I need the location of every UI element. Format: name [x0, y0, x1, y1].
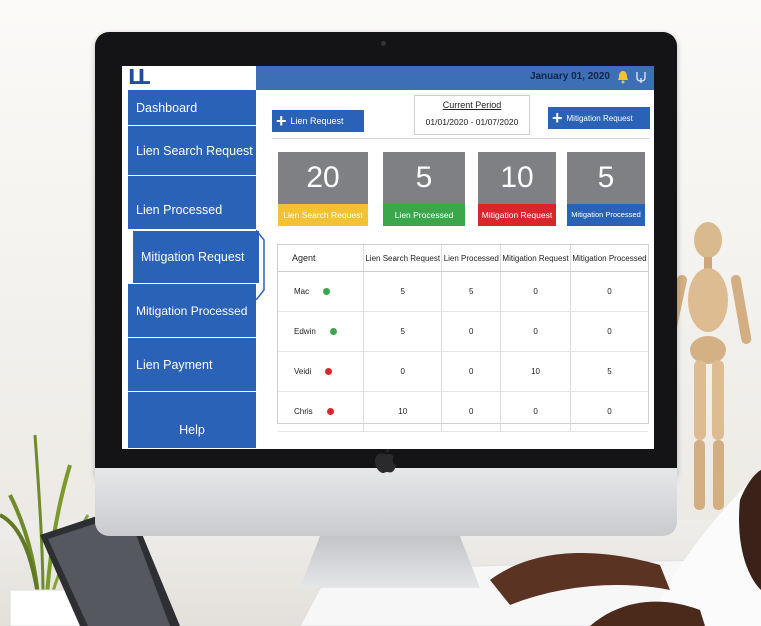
agent-name: Veidi — [294, 367, 312, 376]
period-title: Current Period — [442, 100, 502, 110]
status-dot-icon — [323, 288, 331, 296]
plus-icon: + — [552, 108, 563, 128]
table-cell: 0 — [570, 271, 648, 312]
period-range: 01/01/2020 - 01/07/2020 — [425, 117, 519, 127]
stat-value: 5 — [567, 152, 645, 204]
table-cell: 0 — [500, 271, 571, 312]
table-row: Veidi 0 0 10 5 — [278, 351, 648, 392]
imac-chin — [95, 468, 677, 536]
stat-card-lien-processed: 5 Lien Processed — [383, 152, 465, 227]
table-cell: 0 — [500, 391, 571, 432]
agent-name: Edwin — [294, 327, 316, 336]
bell-icon[interactable] — [616, 70, 630, 84]
stat-label: Lien Search Request — [278, 204, 368, 226]
plus-icon: + — [276, 111, 287, 131]
agent-cell: Mac — [278, 271, 364, 312]
sidebar-item-dashboard[interactable]: Dashboard — [128, 90, 256, 126]
top-bar: LL January 01, 2020 — [122, 66, 654, 90]
mitigation-request-label: Mitigation Request — [566, 113, 633, 123]
stat-label: Mitigation Processed — [567, 204, 645, 226]
agent-table-panel: Agent Lien Search Request Lien Processed… — [277, 244, 649, 432]
table-cell: 0 — [570, 311, 648, 352]
sidebar-item-mitigation-request[interactable]: Mitigation Request — [132, 230, 260, 284]
stat-value: 10 — [478, 152, 556, 204]
sidebar-item-lien-search-request[interactable]: Lien Search Request — [128, 126, 256, 176]
stat-card-mitigation-processed: 5 Mitigation Processed — [567, 152, 645, 227]
table-cell: 0 — [441, 311, 501, 352]
current-period-box: Current Period 01/01/2020 - 01/07/2020 — [414, 95, 530, 135]
table-cell: 5 — [362, 311, 442, 352]
app-logo: LL — [122, 66, 256, 90]
table-row: Edwin 5 0 0 0 — [278, 311, 648, 352]
table-cell: 5 — [570, 351, 648, 392]
stat-card-lien-search: 20 Lien Search Request — [278, 152, 368, 227]
table-cell: 0 — [500, 311, 571, 352]
sidebar-item-lien-processed[interactable]: Lien Processed — [128, 176, 256, 230]
table-row: Mac 5 5 0 0 — [278, 271, 648, 312]
table-header-row: Agent Lien Search Request Lien Processed… — [278, 245, 648, 272]
status-dot-icon — [325, 368, 333, 376]
agent-table: Agent Lien Search Request Lien Processed… — [278, 245, 648, 432]
camera-dot — [381, 41, 386, 46]
apple-logo-icon — [375, 447, 396, 473]
column-header-lien-processed: Lien Processed — [441, 245, 501, 272]
table-cell: 0 — [570, 391, 648, 432]
current-date: January 01, 2020 — [529, 71, 610, 82]
lien-request-button[interactable]: + Lien Request — [272, 110, 364, 132]
stat-value: 5 — [383, 152, 465, 204]
agent-name: Chris — [294, 407, 313, 416]
column-header-mitigation-request: Mitigation Request — [500, 245, 571, 272]
sidebar-item-mitigation-processed[interactable]: Mitigation Processed — [128, 284, 256, 338]
header-divider — [272, 138, 650, 139]
table-cell: 0 — [441, 351, 501, 392]
stat-label: Mitigation Request — [478, 204, 556, 226]
agent-cell: Chris — [278, 391, 364, 432]
sidebar: Dashboard Lien Search Request Lien Proce… — [122, 90, 265, 449]
status-dot-icon — [326, 408, 334, 416]
table-row: Chris 10 0 0 0 — [278, 391, 648, 432]
table-cell: 5 — [362, 271, 442, 312]
column-header-agent: Agent — [278, 245, 364, 272]
stat-label: Lien Processed — [383, 204, 465, 226]
table-cell: 0 — [362, 351, 442, 392]
status-dot-icon — [329, 328, 337, 336]
dashboard-screen: LL January 01, 2020 Dashboard Lien Searc… — [122, 66, 654, 449]
table-cell: 10 — [500, 351, 571, 392]
column-header-lien-search-request: Lien Search Request — [362, 245, 442, 272]
active-item-caret — [256, 230, 265, 300]
mitigation-request-button[interactable]: + Mitigation Request — [548, 107, 650, 129]
column-header-mitigation-processed: Mitigation Processed — [570, 245, 648, 272]
imac-stand — [300, 532, 480, 588]
sidebar-item-lien-payment[interactable]: Lien Payment — [128, 338, 256, 392]
user-icon[interactable] — [634, 70, 648, 84]
table-cell: 10 — [362, 391, 442, 432]
agent-name: Mac — [294, 287, 310, 296]
agent-cell: Veidi — [278, 351, 364, 392]
table-cell: 5 — [441, 271, 501, 312]
sidebar-item-help[interactable]: Help — [128, 392, 256, 449]
agent-cell: Edwin — [278, 311, 364, 352]
lien-request-label: Lien Request — [290, 116, 344, 126]
table-cell: 0 — [441, 391, 501, 432]
stat-card-mitigation-request: 10 Mitigation Request — [478, 152, 556, 227]
stat-value: 20 — [278, 152, 368, 204]
